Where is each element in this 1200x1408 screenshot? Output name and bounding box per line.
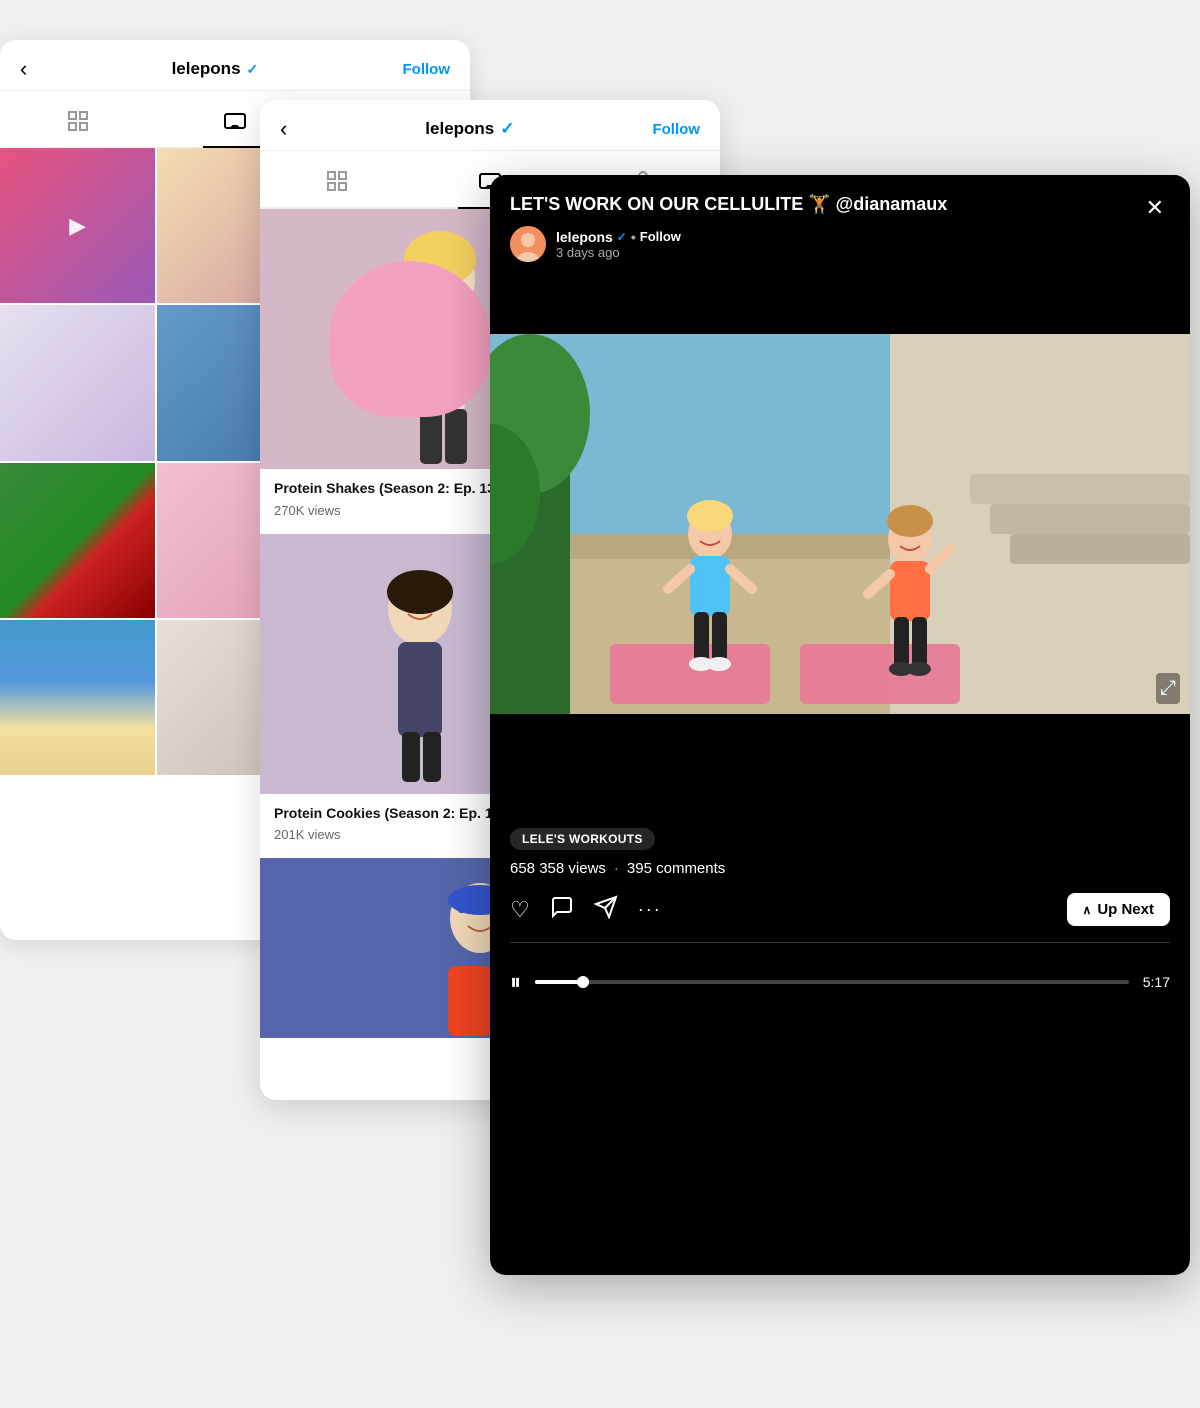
- more-options-button[interactable]: ···: [638, 899, 662, 920]
- like-button[interactable]: ♡: [510, 897, 530, 923]
- video-black-top: [490, 274, 1190, 334]
- play-icon: ▶: [69, 213, 86, 239]
- up-next-label: Up Next: [1097, 901, 1154, 918]
- meta-username: lelepons ✓ • Follow: [556, 229, 681, 245]
- tab-tv[interactable]: [203, 101, 267, 147]
- share-button[interactable]: [594, 895, 618, 925]
- total-time: 5:17: [1143, 974, 1170, 990]
- video-info-area: LELE'S WORKOUTS 658 358 views · 395 comm…: [490, 814, 1190, 957]
- up-next-button[interactable]: ∧ Up Next: [1067, 893, 1170, 926]
- tab-grid[interactable]: [46, 101, 110, 147]
- video-meta-row: lelepons ✓ • Follow 3 days ago: [510, 226, 1140, 262]
- username-row: lelepons ✓: [172, 59, 259, 79]
- verified-badge: ✓: [617, 230, 627, 244]
- video-player-header: LET'S WORK ON OUR CELLULITE 🏋️ @dianamau…: [490, 175, 1190, 274]
- back-button[interactable]: ‹: [20, 56, 27, 82]
- fullscreen-button[interactable]: ⤢: [1156, 673, 1180, 704]
- grid-item[interactable]: [0, 620, 155, 775]
- grid-item[interactable]: ▶: [0, 148, 155, 303]
- close-button[interactable]: ✕: [1140, 193, 1170, 223]
- username-label: lelepons: [172, 59, 241, 79]
- follow-button[interactable]: Follow: [403, 61, 451, 78]
- comments-count: 395 comments: [627, 860, 725, 877]
- time-ago: 3 days ago: [556, 245, 681, 260]
- grid-item[interactable]: [0, 463, 155, 618]
- category-badge: LELE'S WORKOUTS: [510, 828, 655, 850]
- progress-controls: ⏸ 5:17: [510, 969, 1170, 995]
- progress-area: ⏸ 5:17: [490, 957, 1190, 1015]
- dot-separator: ·: [614, 860, 619, 877]
- video-header-left: LET'S WORK ON OUR CELLULITE 🏋️ @dianamau…: [510, 193, 1140, 262]
- video-frame[interactable]: ⤢: [490, 334, 1190, 714]
- panel-video-player: LET'S WORK ON OUR CELLULITE 🏋️ @dianamau…: [490, 175, 1190, 1275]
- video-title: LET'S WORK ON OUR CELLULITE 🏋️ @dianamau…: [510, 193, 1140, 216]
- progress-bar[interactable]: [535, 980, 1129, 984]
- pause-button[interactable]: ⏸: [510, 969, 521, 995]
- actions-row: ♡ ··· ∧ Up Next: [510, 893, 1170, 943]
- progress-thumb[interactable]: [577, 976, 589, 988]
- chevron-up-icon: ∧: [1083, 903, 1092, 917]
- username-row: lelepons ✓: [425, 119, 514, 139]
- video-black-bottom: [490, 714, 1190, 814]
- verified-icon: ✓: [500, 119, 514, 139]
- video-player-area: ⤢: [490, 274, 1190, 814]
- back-button[interactable]: ‹: [280, 116, 287, 142]
- meta-text: lelepons ✓ • Follow 3 days ago: [556, 229, 681, 260]
- follow-button[interactable]: Follow: [652, 121, 700, 138]
- verified-icon: ✓: [247, 61, 259, 78]
- follow-link[interactable]: Follow: [640, 229, 681, 244]
- grid-item[interactable]: [0, 305, 155, 460]
- tab-grid-mid[interactable]: [305, 161, 369, 207]
- username-text: lelepons: [556, 229, 613, 245]
- progress-fill: [535, 980, 582, 984]
- username-label: lelepons: [425, 119, 494, 139]
- views-count: 658 358 views: [510, 860, 606, 877]
- avatar: [510, 226, 546, 262]
- panel-back-header: ‹ lelepons ✓ Follow: [0, 40, 470, 91]
- panel-mid-header: ‹ lelepons ✓ Follow: [260, 100, 720, 151]
- dot-separator: •: [631, 229, 636, 245]
- time-display: 5:17: [1143, 974, 1170, 990]
- stats-row: 658 358 views · 395 comments: [510, 860, 1170, 877]
- comment-button[interactable]: [550, 895, 574, 925]
